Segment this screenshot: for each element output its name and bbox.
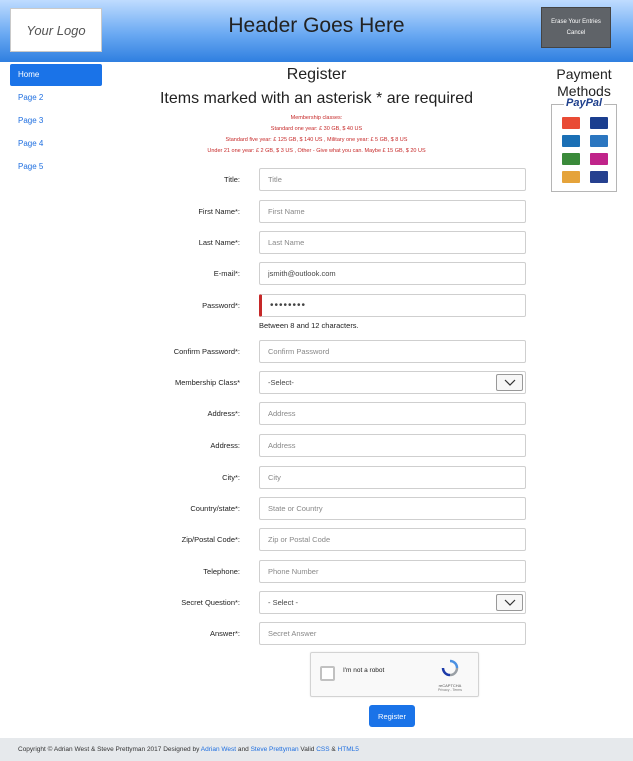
confirm-password-row: Confirm Password*:: [0, 340, 633, 363]
first-name-row: First Name*:: [0, 200, 633, 223]
secret-question-label: Secret Question*:: [181, 598, 240, 607]
address2-label: Address:: [210, 441, 240, 450]
recaptcha-links[interactable]: Privacy - Terms: [430, 688, 470, 692]
recaptcha-label: I'm not a robot: [343, 667, 385, 674]
footer-text: &: [329, 746, 338, 753]
password-input[interactable]: [259, 294, 526, 317]
phone-label: Telephone:: [203, 567, 240, 576]
phone-input[interactable]: [259, 560, 526, 583]
email-input[interactable]: [259, 262, 526, 285]
membership-notes: Membership classes: Standard one year: £…: [150, 113, 483, 157]
recaptcha-checkbox[interactable]: [320, 666, 335, 681]
title-label: Title:: [224, 175, 240, 184]
membership-select[interactable]: -Select-: [259, 371, 526, 394]
solo-icon: [590, 153, 608, 165]
amex-icon: [590, 135, 608, 147]
address1-row: Address*:: [0, 402, 633, 425]
answer-label: Answer*:: [209, 629, 240, 638]
membership-label: Membership Class*: [174, 378, 240, 387]
footer-text: and: [236, 746, 251, 753]
title-input[interactable]: [259, 168, 526, 191]
confirm-password-label: Confirm Password*:: [173, 347, 240, 356]
membership-select-value: -Select-: [268, 378, 294, 387]
sidebar-item-page-4[interactable]: Page 4: [10, 133, 102, 155]
password-label: Password*:: [202, 301, 240, 310]
email-label: E-mail*:: [213, 269, 240, 278]
last-name-row: Last Name*:: [0, 231, 633, 254]
header-title: Header Goes Here: [228, 14, 405, 37]
address1-input[interactable]: [259, 402, 526, 425]
recaptcha-logo-icon: [441, 659, 459, 677]
footer-copyright: Copyright © Adrian West & Steve Prettyma…: [18, 746, 201, 753]
secret-question-select[interactable]: - Select -: [259, 591, 526, 614]
last-name-input[interactable]: [259, 231, 526, 254]
page-footer: Copyright © Adrian West & Steve Prettyma…: [0, 738, 633, 761]
sidebar-item-page-3[interactable]: Page 3: [10, 110, 102, 132]
city-row: City*:: [0, 466, 633, 489]
required-note: Items marked with an asterisk * are requ…: [159, 90, 473, 107]
address2-row: Address:: [0, 434, 633, 457]
footer-link-html5[interactable]: HTML5: [338, 746, 359, 753]
zip-row: Zip/Postal Code*:: [0, 528, 633, 551]
country-row: Country/state*:: [0, 497, 633, 520]
cancel-button[interactable]: Cancel: [567, 28, 586, 39]
zip-label: Zip/Postal Code*:: [181, 535, 240, 544]
password-help: Between 8 and 12 characters.: [259, 321, 359, 330]
recaptcha-brand: reCAPTCHA Privacy - Terms: [430, 659, 470, 692]
mastercard-icon: [562, 117, 580, 129]
city-label: City*:: [222, 473, 240, 482]
answer-row: Answer*:: [0, 622, 633, 645]
chevron-down-icon[interactable]: [496, 594, 523, 611]
password-row: Password*:: [0, 294, 633, 317]
zip-input[interactable]: [259, 528, 526, 551]
country-input[interactable]: [259, 497, 526, 520]
erase-entries-button[interactable]: Erase Your Entries: [551, 17, 601, 28]
membership-note: Under 21 one year: £ 2 GB, $ 3 US , Othe…: [207, 148, 426, 154]
confirm-password-input[interactable]: [259, 340, 526, 363]
title-row: Title:: [0, 168, 633, 191]
page-title: Register: [286, 66, 347, 83]
city-input[interactable]: [259, 466, 526, 489]
footer-link-author2[interactable]: Steve Prettyman: [251, 746, 299, 753]
phone-row: Telephone:: [0, 560, 633, 583]
chevron-down-icon[interactable]: [496, 374, 523, 391]
footer-link-css[interactable]: CSS: [316, 746, 329, 753]
membership-note: Standard five year: £ 125 GB, $ 140 US ,…: [225, 137, 408, 143]
register-button[interactable]: Register: [369, 705, 415, 727]
membership-note: Membership classes:: [290, 115, 343, 121]
country-label: Country/state*:: [190, 504, 240, 513]
discover-icon: [562, 153, 580, 165]
secret-question-select-value: - Select -: [268, 598, 299, 607]
email-row: E-mail*:: [0, 262, 633, 285]
membership-row: Membership Class* -Select-: [0, 371, 633, 394]
header-actions: Erase Your Entries Cancel: [541, 7, 611, 48]
maestro-icon: [562, 135, 580, 147]
first-name-label: First Name*:: [198, 207, 240, 216]
footer-text: Valid: [298, 746, 317, 753]
page-header: Your Logo Header Goes Here Erase Your En…: [0, 0, 633, 62]
last-name-label: Last Name*:: [198, 238, 240, 247]
footer-link-author1[interactable]: Adrian West: [201, 746, 236, 753]
address2-input[interactable]: [259, 434, 526, 457]
visa-icon: [590, 117, 608, 129]
address1-label: Address*:: [207, 409, 240, 418]
first-name-input[interactable]: [259, 200, 526, 223]
secret-question-row: Secret Question*: - Select -: [0, 591, 633, 614]
answer-input[interactable]: [259, 622, 526, 645]
recaptcha-widget: I'm not a robot reCAPTCHA Privacy - Term…: [310, 652, 479, 697]
membership-note: Standard one year: £ 30 GB, $ 40 US: [270, 126, 363, 132]
